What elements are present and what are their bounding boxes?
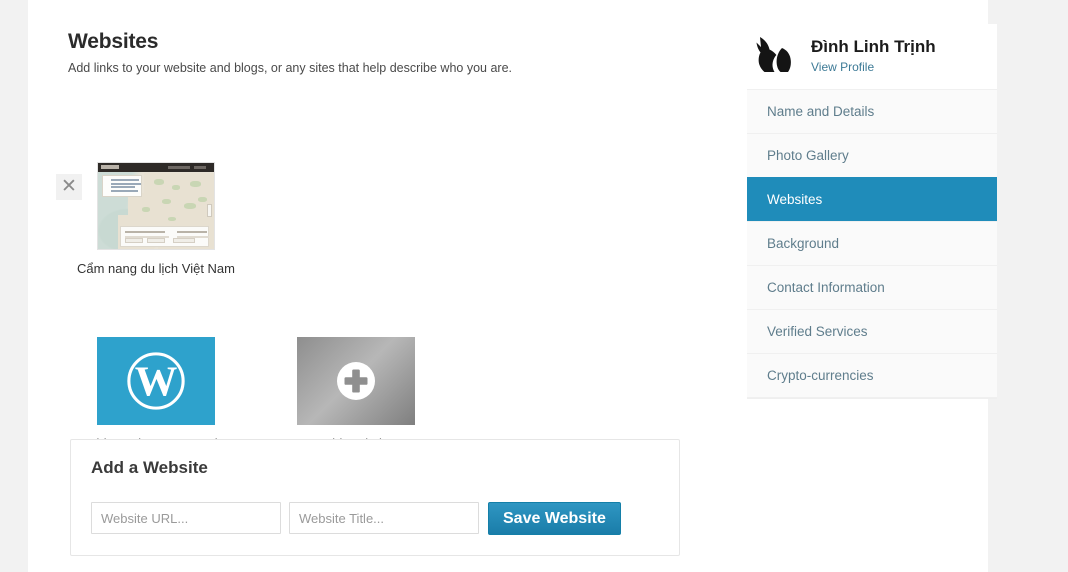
website-url-input[interactable] [91, 502, 281, 534]
map-forest-4 [162, 198, 171, 204]
website-thumbnail[interactable] [97, 161, 215, 250]
add-website-card: Add a Website Save Website [70, 439, 680, 556]
remove-website-button[interactable]: ✕ [56, 173, 82, 200]
content-sheet: Websites Add links to your website and b… [28, 0, 997, 572]
sidebar-nav: Name and Details Photo Gallery Websites … [747, 89, 997, 398]
map-dialog-button-3 [173, 237, 195, 243]
profile-name: Đình Linh Trịnh [811, 36, 936, 56]
map-forest-1 [154, 178, 164, 185]
save-website-button[interactable]: Save Website [488, 502, 621, 535]
map-forest-3 [190, 180, 201, 187]
sidebar-item-crypto-currencies[interactable]: Crypto-currencies [747, 353, 997, 398]
website-caption: Cẩm nang du lịch Việt Nam [76, 260, 235, 276]
map-dialog-label-1 [125, 230, 165, 233]
website-tiles: Cẩm nang du lịch Việt Nam ✕ W Add WordPr… [56, 102, 708, 451]
wordpress-tile-thumb[interactable]: W [97, 336, 215, 425]
map-toolbar-item-2 [194, 165, 206, 169]
map-legend-row-2 [111, 182, 141, 185]
map-legend-row-1 [111, 179, 139, 181]
page-title: Websites [68, 30, 159, 53]
map-forest-7 [198, 196, 207, 202]
sidebar-item-contact-information[interactable]: Contact Information [747, 265, 997, 310]
sidebar-item-name-and-details[interactable]: Name and Details [747, 89, 997, 134]
sidebar-item-websites[interactable]: Websites [747, 177, 997, 222]
sidebar-item-verified-services[interactable]: Verified Services [747, 309, 997, 354]
view-profile-link[interactable]: View Profile [811, 60, 936, 74]
add-website-card-title: Add a Website [91, 458, 208, 477]
fox-avatar-icon [756, 37, 791, 72]
map-forest-5 [184, 202, 196, 209]
website-tile-wordpress[interactable]: W Add WordPress.com Site [76, 336, 236, 454]
map-app-toolbar [98, 162, 214, 172]
sidebar-item-photo-gallery[interactable]: Photo Gallery [747, 133, 997, 178]
website-tile-add[interactable]: Add Website [276, 336, 436, 454]
map-legend-panel [102, 174, 142, 197]
map-dialog-label-2 [177, 230, 207, 233]
map-zoom-control [207, 203, 212, 217]
map-app-logo [101, 165, 119, 169]
wordpress-icon: W [127, 351, 185, 410]
website-tile-existing[interactable]: Cẩm nang du lịch Việt Nam [76, 161, 236, 279]
website-title-input[interactable] [289, 502, 479, 534]
close-icon: ✕ [61, 175, 77, 197]
map-forest-8 [168, 216, 176, 221]
map-bottom-dialog [120, 225, 209, 247]
map-dialog-button-1 [125, 237, 143, 243]
page-description: Add links to your website and blogs, or … [68, 61, 513, 75]
sidebar-item-background[interactable]: Background [747, 221, 997, 266]
plus-circle-icon [337, 361, 375, 400]
map-dialog-button-2 [147, 237, 165, 243]
avatar[interactable] [753, 32, 799, 78]
map-forest-6 [142, 206, 150, 212]
map-toolbar-item-1 [168, 165, 190, 169]
sidebar: Đình Linh Trịnh View Profile Name and De… [747, 24, 997, 399]
svg-text:W: W [135, 358, 178, 405]
map-screenshot-image [98, 162, 214, 249]
profile-header: Đình Linh Trịnh View Profile [747, 24, 997, 90]
add-website-form: Save Website [91, 502, 621, 535]
map-forest-2 [172, 184, 180, 190]
profile-text: Đình Linh Trịnh View Profile [811, 36, 936, 74]
add-website-tile-thumb[interactable] [297, 336, 415, 425]
page-root: Websites Add links to your website and b… [0, 0, 1068, 572]
map-legend-row-3 [111, 186, 135, 188]
map-legend-row-4 [111, 189, 138, 192]
main-column: Websites Add links to your website and b… [56, 30, 708, 451]
